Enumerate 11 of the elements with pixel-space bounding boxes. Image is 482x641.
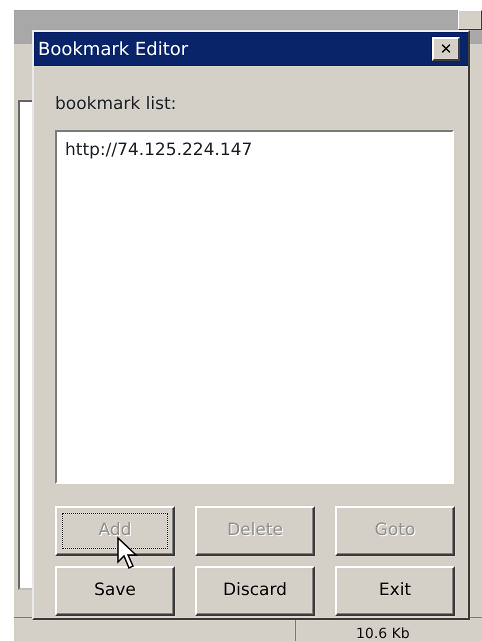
close-button[interactable] <box>458 10 482 30</box>
page-size: 10.6 Kb <box>355 625 410 641</box>
mouse-pointer-icon <box>116 536 140 572</box>
bookmark-list[interactable]: http://74.125.224.147 <box>55 130 454 484</box>
bookmark-item[interactable]: http://74.125.224.147 <box>63 138 446 163</box>
dialog-button[interactable]: Exit <box>335 566 455 616</box>
dialog-button[interactable]: Save <box>55 566 175 616</box>
list-label: bookmark list: <box>55 93 178 116</box>
close-button[interactable]: ✕ <box>432 37 460 61</box>
dialog-button[interactable]: Discard <box>195 566 315 616</box>
window-title: Bookmark Editor <box>38 38 188 62</box>
